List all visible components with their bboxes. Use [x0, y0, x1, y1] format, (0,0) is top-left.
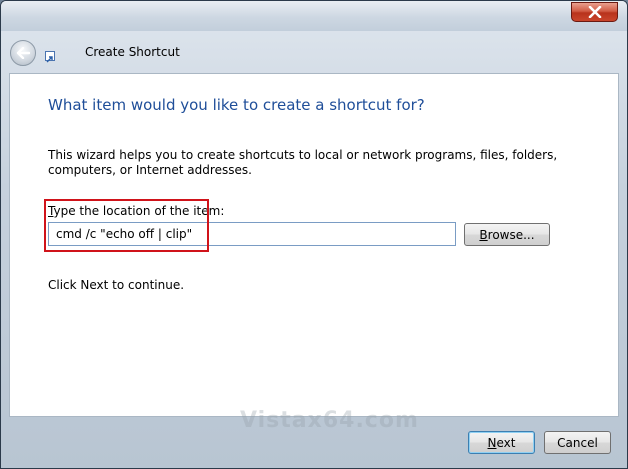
page-heading: What item would you like to create a sho…: [48, 96, 425, 114]
wizard-content: What item would you like to create a sho…: [9, 73, 619, 433]
location-label-text: ype the location of the item:: [53, 204, 225, 218]
cancel-button[interactable]: Cancel: [544, 431, 611, 454]
wizard-title: Create Shortcut: [85, 45, 180, 59]
close-icon: [588, 6, 601, 18]
wizard-nav-bar: Create Shortcut: [1, 31, 627, 73]
location-label: Type the location of the item:: [48, 204, 224, 218]
shortcut-icon: [45, 51, 55, 63]
browse-button[interactable]: Browse...: [464, 223, 550, 246]
continue-instruction: Click Next to continue.: [48, 278, 185, 292]
wizard-footer: Next Cancel: [1, 417, 627, 468]
browse-label: rowse...: [487, 227, 535, 242]
next-accelerator: N: [487, 435, 497, 450]
location-input[interactable]: [48, 222, 456, 246]
back-arrow-icon: [16, 47, 30, 59]
browse-accelerator: B: [479, 227, 488, 242]
wizard-description: This wizard helps you to create shortcut…: [48, 148, 558, 177]
next-button[interactable]: Next: [468, 431, 535, 454]
title-bar[interactable]: [1, 1, 627, 31]
close-button[interactable]: [571, 2, 618, 22]
back-button[interactable]: [10, 40, 36, 66]
next-label: ext: [496, 435, 516, 450]
create-shortcut-window: Create Shortcut What item would you like…: [0, 0, 628, 469]
